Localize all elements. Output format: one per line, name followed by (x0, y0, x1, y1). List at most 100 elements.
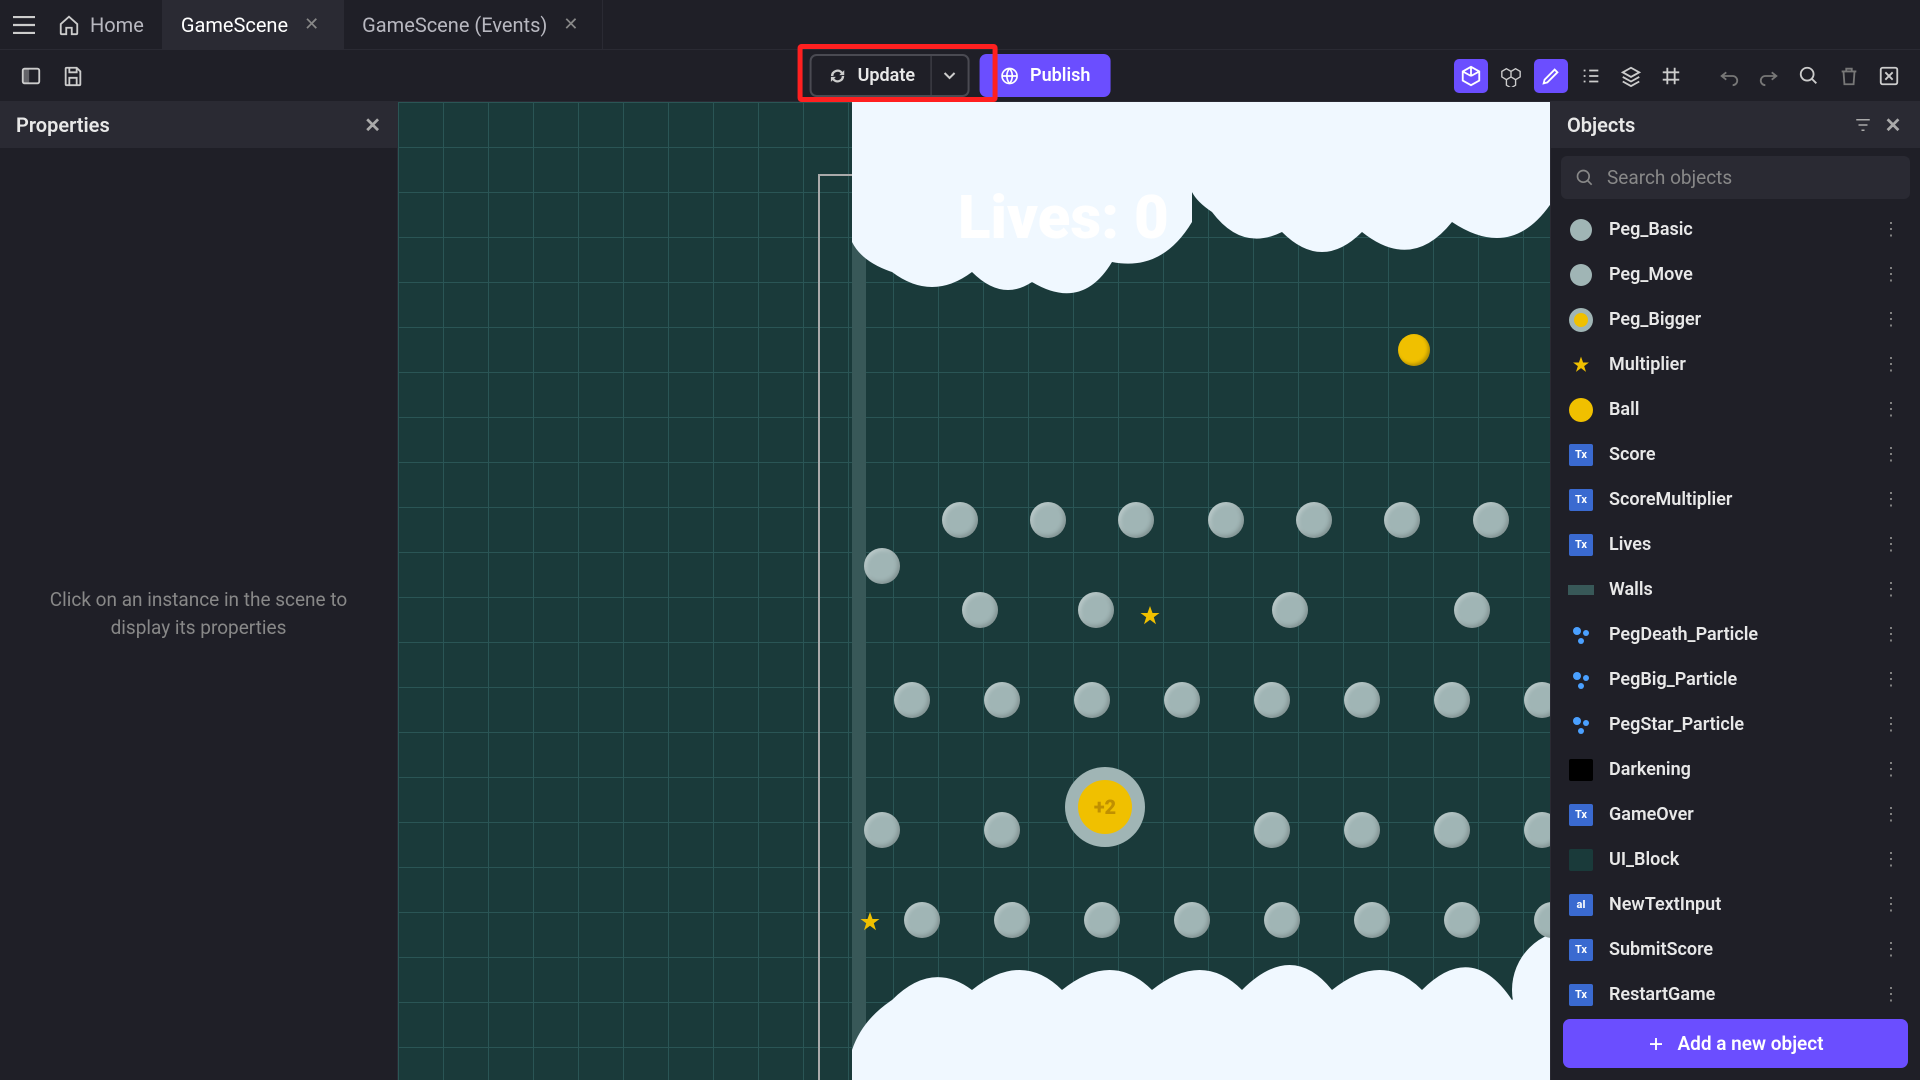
cube-tool-icon[interactable] (1454, 59, 1488, 93)
peg[interactable] (864, 812, 900, 848)
kebab-menu-icon[interactable]: ⋮ (1878, 845, 1904, 874)
close-icon[interactable]: ✕ (1878, 110, 1908, 140)
peg[interactable] (1344, 682, 1380, 718)
peg[interactable] (1444, 902, 1480, 938)
filter-icon[interactable] (1848, 110, 1878, 140)
list-tool-icon[interactable] (1574, 59, 1608, 93)
close-icon[interactable]: ✕ (364, 113, 381, 137)
peg-bigger[interactable]: +2 (1065, 767, 1145, 847)
kebab-menu-icon[interactable]: ⋮ (1878, 935, 1904, 964)
kebab-menu-icon[interactable]: ⋮ (1878, 350, 1904, 379)
cubes-tool-icon[interactable] (1494, 59, 1528, 93)
peg[interactable] (1208, 502, 1244, 538)
layers-tool-icon[interactable] (1614, 59, 1648, 93)
object-item[interactable]: Walls ⋮ (1561, 567, 1910, 612)
object-item[interactable]: PegBig_Particle ⋮ (1561, 657, 1910, 702)
object-item[interactable]: PegStar_Particle ⋮ (1561, 702, 1910, 747)
ball[interactable] (1398, 334, 1430, 366)
grid-tool-icon[interactable] (1654, 59, 1688, 93)
object-item[interactable]: Tx SubmitScore ⋮ (1561, 927, 1910, 972)
object-item[interactable]: Peg_Basic ⋮ (1561, 207, 1910, 252)
object-item[interactable]: Tx Lives ⋮ (1561, 522, 1910, 567)
kebab-menu-icon[interactable]: ⋮ (1878, 305, 1904, 334)
kebab-menu-icon[interactable]: ⋮ (1878, 440, 1904, 469)
peg[interactable] (1254, 682, 1290, 718)
close-icon[interactable]: ✕ (298, 12, 325, 37)
peg[interactable] (962, 592, 998, 628)
save-icon[interactable] (56, 59, 90, 93)
star[interactable] (858, 910, 882, 934)
undo-icon[interactable] (1712, 59, 1746, 93)
peg[interactable] (942, 502, 978, 538)
peg[interactable] (1030, 502, 1066, 538)
kebab-menu-icon[interactable]: ⋮ (1878, 530, 1904, 559)
kebab-menu-icon[interactable]: ⋮ (1878, 620, 1904, 649)
peg[interactable] (1384, 502, 1420, 538)
peg[interactable] (864, 548, 900, 584)
peg[interactable] (994, 902, 1030, 938)
kebab-menu-icon[interactable]: ⋮ (1878, 665, 1904, 694)
object-item[interactable]: Tx ScoreMultiplier ⋮ (1561, 477, 1910, 522)
zoom-icon[interactable] (1792, 59, 1826, 93)
trash-icon[interactable] (1832, 59, 1866, 93)
kebab-menu-icon[interactable]: ⋮ (1878, 395, 1904, 424)
object-item[interactable]: Tx Score ⋮ (1561, 432, 1910, 477)
objects-search[interactable] (1561, 156, 1910, 199)
peg[interactable] (1296, 502, 1332, 538)
peg[interactable] (904, 902, 940, 938)
peg[interactable] (1164, 682, 1200, 718)
peg[interactable] (1254, 812, 1290, 848)
kebab-menu-icon[interactable]: ⋮ (1878, 890, 1904, 919)
peg[interactable] (1272, 592, 1308, 628)
add-object-button[interactable]: Add a new object (1563, 1019, 1908, 1068)
kebab-menu-icon[interactable]: ⋮ (1878, 710, 1904, 739)
peg[interactable] (1174, 902, 1210, 938)
panel-left-icon[interactable] (14, 59, 48, 93)
kebab-menu-icon[interactable]: ⋮ (1878, 485, 1904, 514)
peg[interactable] (1454, 592, 1490, 628)
star[interactable] (1138, 604, 1162, 628)
peg[interactable] (1434, 682, 1470, 718)
publish-button[interactable]: Publish (980, 54, 1110, 97)
peg[interactable] (984, 812, 1020, 848)
peg[interactable] (984, 682, 1020, 718)
peg[interactable] (1434, 812, 1470, 848)
kebab-menu-icon[interactable]: ⋮ (1878, 260, 1904, 289)
close-icon[interactable]: ✕ (557, 12, 584, 37)
peg[interactable] (1354, 902, 1390, 938)
peg[interactable] (1264, 902, 1300, 938)
object-item[interactable]: Darkening ⋮ (1561, 747, 1910, 792)
tab-events[interactable]: GameScene (Events) ✕ (344, 0, 603, 50)
peg[interactable] (1078, 592, 1114, 628)
hamburger-menu-icon[interactable] (8, 9, 40, 41)
edit-tool-icon[interactable] (1534, 59, 1568, 93)
object-item[interactable]: Tx RestartGame ⋮ (1561, 972, 1910, 1007)
update-button[interactable]: Update (812, 56, 931, 95)
object-item[interactable]: Ball ⋮ (1561, 387, 1910, 432)
object-item[interactable]: Multiplier ⋮ (1561, 342, 1910, 387)
update-dropdown[interactable] (931, 56, 968, 95)
kebab-menu-icon[interactable]: ⋮ (1878, 215, 1904, 244)
kebab-menu-icon[interactable]: ⋮ (1878, 755, 1904, 784)
object-item[interactable]: Tx GameOver ⋮ (1561, 792, 1910, 837)
redo-icon[interactable] (1752, 59, 1786, 93)
kebab-menu-icon[interactable]: ⋮ (1878, 800, 1904, 829)
peg[interactable] (1118, 502, 1154, 538)
peg[interactable] (1084, 902, 1120, 938)
object-item[interactable]: Peg_Move ⋮ (1561, 252, 1910, 297)
tab-home[interactable]: Home (40, 0, 163, 50)
kebab-menu-icon[interactable]: ⋮ (1878, 575, 1904, 604)
peg[interactable] (1344, 812, 1380, 848)
kebab-menu-icon[interactable]: ⋮ (1878, 980, 1904, 1007)
peg[interactable] (1473, 502, 1509, 538)
peg[interactable] (894, 682, 930, 718)
search-input[interactable] (1607, 166, 1896, 189)
object-item[interactable]: Peg_Bigger ⋮ (1561, 297, 1910, 342)
settings-tool-icon[interactable] (1872, 59, 1906, 93)
object-item[interactable]: aI NewTextInput ⋮ (1561, 882, 1910, 927)
scene-canvas[interactable]: Lives: 0 Score: 0 % +2 +2 589;178 (398, 102, 1550, 1080)
object-item[interactable]: UI_Block ⋮ (1561, 837, 1910, 882)
object-item[interactable]: PegDeath_Particle ⋮ (1561, 612, 1910, 657)
peg[interactable] (1074, 682, 1110, 718)
tab-scene[interactable]: GameScene ✕ (163, 0, 344, 50)
